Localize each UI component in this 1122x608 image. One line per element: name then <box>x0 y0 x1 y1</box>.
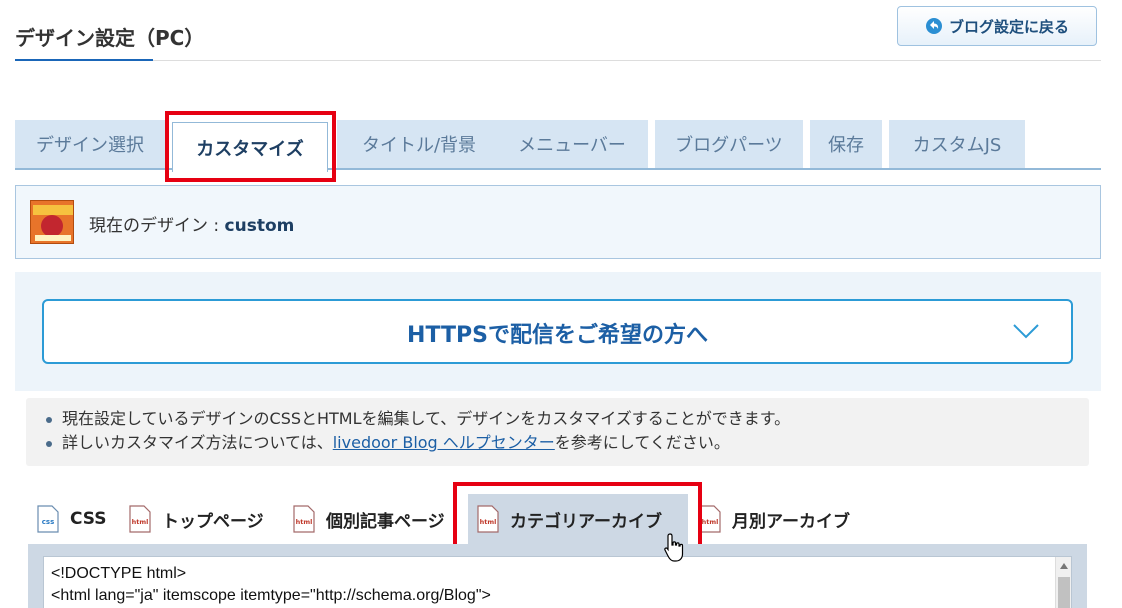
svg-text:html: html <box>296 518 313 526</box>
design-tab-bar: デザイン選択 カスタマイズ タイトル/背景 メニューバー ブログパーツ 保存 カ… <box>15 120 1101 172</box>
editor-line: <html lang="ja" itemscope itemtype="http… <box>51 587 491 604</box>
svg-text:html: html <box>480 518 497 526</box>
svg-text:html: html <box>132 518 149 526</box>
tab-title-background[interactable]: タイトル/背景 <box>337 120 501 168</box>
file-tab-monthly-archive[interactable]: html 月別アーカイブ <box>690 494 868 544</box>
html-file-icon: html <box>699 505 721 533</box>
file-tab-css-label: CSS <box>70 509 107 529</box>
hand-pointer-cursor-icon <box>664 533 684 562</box>
html-file-icon: html <box>129 505 151 533</box>
https-accordion-button[interactable]: HTTPSで配信をご希望の方へ <box>42 299 1073 364</box>
info-line-2: 詳しいカスタマイズ方法については、livedoor Blog ヘルプセンターを参… <box>46 431 1089 455</box>
file-tab-article-page[interactable]: html 個別記事ページ <box>284 494 462 544</box>
tab-design-select[interactable]: デザイン選択 <box>15 120 165 168</box>
svg-text:css: css <box>42 518 54 526</box>
svg-text:html: html <box>702 518 719 526</box>
help-center-link[interactable]: livedoor Blog ヘルプセンター <box>333 433 555 452</box>
scrollbar-thumb[interactable] <box>1058 577 1070 608</box>
info-box: 現在設定しているデザインのCSSとHTMLを編集して、デザインをカスタマイズする… <box>26 398 1089 466</box>
current-design-name: custom <box>224 216 295 236</box>
tab-customize[interactable]: カスタマイズ <box>172 122 328 172</box>
info-line-2-after: を参考にしてください。 <box>554 433 730 452</box>
https-panel: HTTPSで配信をご希望の方へ <box>15 272 1101 391</box>
tab-menu-bar[interactable]: メニューバー <box>496 120 648 168</box>
page-title: デザイン設定（PC） <box>15 26 205 50</box>
editor-scrollbar[interactable] <box>1055 557 1071 608</box>
back-to-blog-settings-button[interactable]: ブログ設定に戻る <box>897 6 1097 46</box>
file-tab-top-page-label: トップページ <box>162 511 264 532</box>
info-line-1: 現在設定しているデザインのCSSとHTMLを編集して、デザインをカスタマイズする… <box>46 407 1089 431</box>
file-tab-monthly-archive-label: 月別アーカイブ <box>732 511 850 532</box>
info-line-2-before: 詳しいカスタマイズ方法については、 <box>62 433 333 452</box>
editor-line: <!DOCTYPE html> <box>51 565 187 582</box>
back-button-label: ブログ設定に戻る <box>948 17 1069 36</box>
editor-frame: <!DOCTYPE html> <html lang="ja" itemscop… <box>28 544 1087 608</box>
html-file-icon: html <box>293 505 315 533</box>
chevron-down-icon <box>1013 324 1039 339</box>
current-design-box: 現在のデザイン : custom <box>15 185 1101 259</box>
title-underline-accent <box>15 59 153 61</box>
title-divider <box>15 60 1101 61</box>
tab-blog-parts[interactable]: ブログパーツ <box>655 120 803 168</box>
html-editor-textarea[interactable]: <!DOCTYPE html> <html lang="ja" itemscop… <box>43 556 1072 608</box>
file-tab-css[interactable]: css CSS <box>28 494 118 544</box>
tab-save[interactable]: 保存 <box>810 120 882 168</box>
html-file-icon: html <box>477 505 499 533</box>
design-thumbnail <box>30 200 74 244</box>
file-tab-article-page-label: 個別記事ページ <box>326 511 445 532</box>
css-file-icon: css <box>37 505 59 533</box>
current-design-label: 現在のデザイン : custom <box>89 211 294 236</box>
current-design-prefix: 現在のデザイン : <box>89 216 225 236</box>
file-tab-category-archive-label: カテゴリアーカイブ <box>510 511 662 532</box>
https-accordion-label: HTTPSで配信をご希望の方へ <box>407 323 708 348</box>
file-tab-top-page[interactable]: html トップページ <box>120 494 280 544</box>
back-arrow-icon <box>925 18 942 34</box>
file-tab-category-archive[interactable]: html カテゴリアーカイブ <box>468 494 688 544</box>
tab-custom-js[interactable]: カスタムJS <box>889 120 1025 168</box>
scroll-up-arrow-icon[interactable] <box>1060 563 1068 569</box>
